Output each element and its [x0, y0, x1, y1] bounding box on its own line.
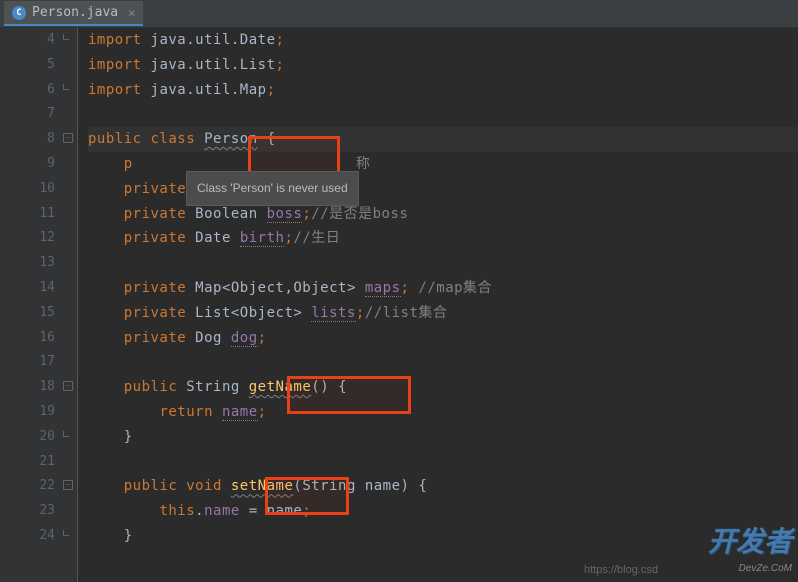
code-line[interactable]: this.name = name; [88, 499, 798, 524]
line-number: 21 [0, 450, 55, 475]
watermark-main: 开发者 [708, 520, 792, 560]
line-number: 14 [0, 276, 55, 301]
tab-filename: Person.java [32, 5, 118, 20]
watermark-sub: DevZe.CoM [739, 563, 792, 574]
code-area[interactable]: Class 'Person' is never used import java… [78, 28, 798, 582]
line-number: 13 [0, 251, 55, 276]
line-number: 22− [0, 474, 55, 499]
line-number: 9 [0, 152, 55, 177]
code-line[interactable] [88, 102, 798, 127]
code-line[interactable]: public void setName(String name) { [88, 474, 798, 499]
line-number: 7 [0, 102, 55, 127]
code-line[interactable] [88, 450, 798, 475]
line-number: 15 [0, 301, 55, 326]
gutter: 45678−9101112131415161718−19202122−2324 [0, 28, 78, 582]
line-number: 20 [0, 425, 55, 450]
tab-bar: C Person.java × [0, 0, 798, 28]
inspection-tooltip: Class 'Person' is never used [186, 171, 359, 206]
line-number: 4 [0, 28, 55, 53]
line-number: 19 [0, 400, 55, 425]
code-line[interactable]: private List<Object> lists;//list集合 [88, 301, 798, 326]
code-line[interactable]: } [88, 524, 798, 549]
code-line[interactable]: private Map<Object,Object> maps; //map集合 [88, 276, 798, 301]
code-line[interactable]: public class Person { [88, 127, 798, 152]
code-line[interactable]: } [88, 425, 798, 450]
code-line[interactable]: import java.util.Date; [88, 28, 798, 53]
line-number: 24 [0, 524, 55, 549]
line-number: 23 [0, 499, 55, 524]
code-line[interactable]: import java.util.Map; [88, 78, 798, 103]
code-line[interactable]: private Dog dog; [88, 326, 798, 351]
java-class-icon: C [12, 6, 26, 20]
line-number: 10 [0, 177, 55, 202]
file-tab[interactable]: C Person.java × [4, 1, 143, 26]
line-number: 6 [0, 78, 55, 103]
code-line[interactable] [88, 350, 798, 375]
editor: 45678−9101112131415161718−19202122−2324 … [0, 28, 798, 582]
watermark-url: https://blog.csd [584, 564, 658, 576]
fold-minus-icon[interactable]: − [63, 133, 73, 143]
line-number: 12 [0, 226, 55, 251]
code-line[interactable]: public String getName() { [88, 375, 798, 400]
fold-handle-icon[interactable] [63, 84, 69, 90]
fold-minus-icon[interactable]: − [63, 381, 73, 391]
fold-handle-icon[interactable] [63, 431, 69, 437]
line-number: 8− [0, 127, 55, 152]
fold-handle-icon[interactable] [63, 530, 69, 536]
code-line[interactable] [88, 251, 798, 276]
line-number: 11 [0, 202, 55, 227]
code-line[interactable]: return name; [88, 400, 798, 425]
fold-handle-icon[interactable] [63, 34, 69, 40]
code-line[interactable]: import java.util.List; [88, 53, 798, 78]
line-number: 5 [0, 53, 55, 78]
line-number: 17 [0, 350, 55, 375]
code-line[interactable]: private Date birth;//生日 [88, 226, 798, 251]
line-number: 16 [0, 326, 55, 351]
fold-minus-icon[interactable]: − [63, 480, 73, 490]
line-number: 18− [0, 375, 55, 400]
close-icon[interactable]: × [128, 6, 135, 20]
